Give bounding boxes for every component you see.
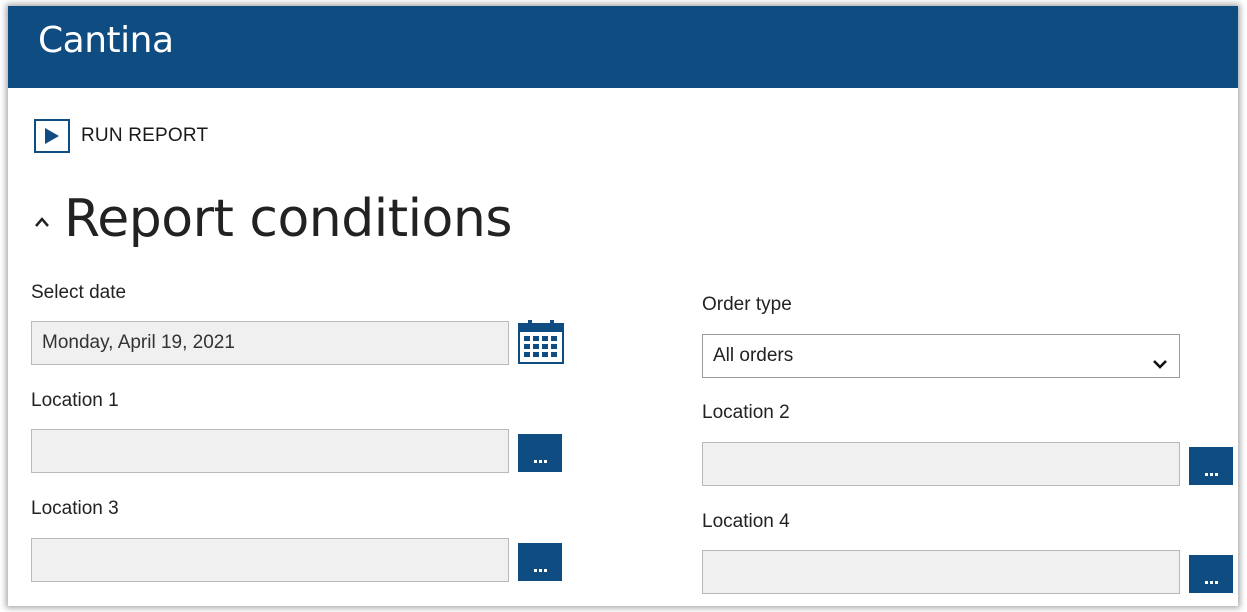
play-icon xyxy=(34,119,70,153)
location-3-browse-button[interactable] xyxy=(518,543,562,581)
order-type-select[interactable]: All orders xyxy=(702,334,1180,378)
app-header: Cantina xyxy=(8,6,1238,88)
report-conditions-header[interactable]: Report conditions xyxy=(30,182,512,256)
select-date-label: Select date xyxy=(31,282,127,303)
location-1-field[interactable] xyxy=(31,429,509,473)
location-4-label: Location 4 xyxy=(702,511,790,532)
order-type-label: Order type xyxy=(702,294,792,315)
location-1-browse-button[interactable] xyxy=(518,434,562,472)
location-3-label: Location 3 xyxy=(31,498,119,519)
order-type-value: All orders xyxy=(713,345,794,366)
location-2-label: Location 2 xyxy=(702,402,790,423)
app-window: Cantina RUN REPORT Report conditions Sel… xyxy=(8,6,1238,606)
location-1-label: Location 1 xyxy=(31,390,119,411)
section-title: Report conditions xyxy=(64,189,512,249)
chevron-up-icon[interactable] xyxy=(30,210,54,234)
location-3-field[interactable] xyxy=(31,538,509,582)
run-report-button[interactable]: RUN REPORT xyxy=(34,119,208,153)
location-4-browse-button[interactable] xyxy=(1189,555,1233,593)
calendar-icon[interactable] xyxy=(518,320,564,364)
location-4-field[interactable] xyxy=(702,550,1180,594)
chevron-down-icon xyxy=(1151,347,1169,369)
select-date-field[interactable]: Monday, April 19, 2021 xyxy=(31,321,509,365)
location-2-browse-button[interactable] xyxy=(1189,447,1233,485)
run-report-label: RUN REPORT xyxy=(81,125,209,146)
app-title: Cantina xyxy=(38,20,174,61)
location-2-field[interactable] xyxy=(702,442,1180,486)
